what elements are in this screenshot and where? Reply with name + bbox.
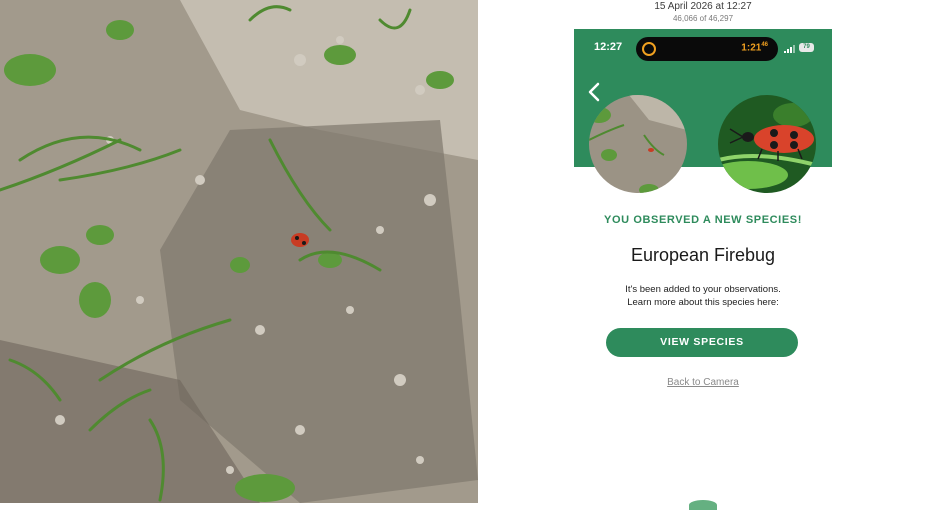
screenshot-count: 46,066 of 46,297 xyxy=(672,14,734,23)
observation-thumbnail xyxy=(589,95,687,193)
bottom-tab-indicator xyxy=(689,500,717,510)
view-species-button[interactable]: VIEW SPECIES xyxy=(606,328,798,357)
timer-icon xyxy=(642,42,656,56)
screenshot-date: 15 April 2026 at 12:27 xyxy=(654,1,752,12)
island-timer-seconds: 46 xyxy=(761,42,768,48)
added-message-line-1: It's been added to your observations. xyxy=(625,284,781,295)
back-to-camera-link[interactable]: Back to Camera xyxy=(574,377,832,388)
firebug-in-photo xyxy=(291,233,309,247)
added-message: It's been added to your observations. Le… xyxy=(574,283,832,309)
signal-icon xyxy=(784,45,795,53)
chevron-left-icon xyxy=(588,82,600,102)
island-timer: 1:2146 xyxy=(741,42,768,53)
back-button[interactable] xyxy=(584,79,608,105)
observation-photo xyxy=(0,0,478,503)
status-time: 12:27 xyxy=(594,41,623,53)
island-timer-value: 1:21 xyxy=(741,42,762,54)
dynamic-island[interactable]: 1:2146 xyxy=(636,37,778,61)
added-message-line-2: Learn more about this species here: xyxy=(627,297,779,308)
soil-ground-image xyxy=(0,0,478,503)
species-name: European Firebug xyxy=(630,245,776,265)
battery-icon: 79 xyxy=(799,43,814,52)
species-thumbnail xyxy=(718,95,816,193)
species-header: 12:27 1:2146 79 xyxy=(574,29,832,193)
new-species-heading: YOU OBSERVED A NEW SPECIES! xyxy=(604,214,802,226)
